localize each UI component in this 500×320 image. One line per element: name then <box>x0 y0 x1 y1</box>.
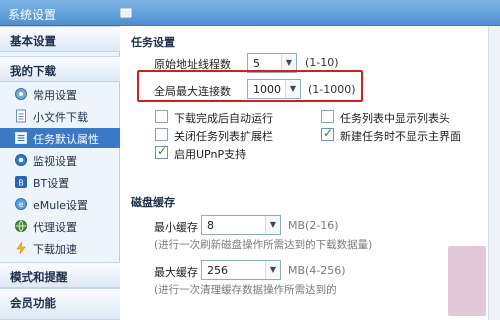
list-icon <box>15 132 27 144</box>
chevron-down-icon[interactable]: ▼ <box>265 216 280 234</box>
chevron-down-icon[interactable]: ▼ <box>285 80 300 98</box>
new-no-main-checkbox[interactable]: ✓ 新建任务时不显示主界面 <box>321 126 461 143</box>
checkbox-box[interactable]: ✓ <box>321 126 334 141</box>
checkbox-box[interactable] <box>321 110 334 123</box>
title-bar: 系统设置 <box>0 0 500 26</box>
show-header-checkbox[interactable]: 任务列表中显示列表头 <box>321 110 450 125</box>
checkbox-box[interactable] <box>155 110 168 123</box>
sidebar-item-common[interactable]: 常用设置 <box>0 84 120 104</box>
svg-text:e: e <box>19 200 24 209</box>
window-icon <box>120 8 132 18</box>
sidebar-item-label: BT设置 <box>33 177 70 190</box>
auto-run-label: 下载完成后自动运行 <box>174 112 273 125</box>
check-icon: ✓ <box>323 126 334 140</box>
max-connections-value: 1000 <box>253 83 281 96</box>
monitor-icon <box>15 154 27 166</box>
settings-panel: 任务设置 原始地址线程数 5 ▼ (1-10) 全局最大连接数 1000 ▼ (… <box>121 26 500 320</box>
proxy-icon <box>15 220 27 232</box>
show-header-label: 任务列表中显示列表头 <box>340 112 450 125</box>
max-connections-range: (1-1000) <box>308 83 356 96</box>
sidebar-item-label: 下载加速 <box>33 243 77 256</box>
task-settings-title: 任务设置 <box>131 36 175 49</box>
sidebar-section-basic[interactable]: 基本设置 <box>0 26 120 52</box>
upnp-checkbox[interactable]: ✓ 启用UPnP支持 <box>155 144 247 161</box>
scrollbar[interactable] <box>488 26 500 320</box>
close-expand-label: 关闭任务列表扩展栏 <box>174 130 273 143</box>
auto-run-checkbox[interactable]: 下载完成后自动运行 <box>155 110 273 125</box>
min-cache-note: (进行一次刷新磁盘操作所需达到的下载数据量) <box>154 239 373 251</box>
check-icon: ✓ <box>157 144 168 158</box>
window-title: 系统设置 <box>8 8 57 22</box>
checkbox-box[interactable]: ✓ <box>155 144 168 159</box>
emule-icon: e <box>15 198 27 210</box>
upnp-label: 启用UPnP支持 <box>174 148 247 161</box>
min-cache-select[interactable]: 8 ▼ <box>201 215 281 235</box>
checkbox-box[interactable] <box>155 128 168 141</box>
max-connections-label: 全局最大连接数 <box>154 85 231 98</box>
svg-text:B: B <box>18 179 24 188</box>
disk-cache-title: 磁盘缓存 <box>131 196 175 209</box>
sidebar-item-proxy[interactable]: 代理设置 <box>0 216 120 236</box>
gear-icon <box>15 88 27 100</box>
file-icon <box>16 109 26 123</box>
sidebar-item-monitor[interactable]: 监视设置 <box>0 150 120 170</box>
sidebar-section-mode[interactable]: 模式和提醒 <box>0 262 120 288</box>
bt-icon: B <box>15 176 27 188</box>
min-cache-value: 8 <box>207 219 214 232</box>
lightning-icon <box>16 241 26 255</box>
sidebar-item-label: 常用设置 <box>33 89 77 102</box>
close-expand-checkbox[interactable]: 关闭任务列表扩展栏 <box>155 128 273 143</box>
max-cache-unit: MB(4-256) <box>288 264 346 277</box>
sidebar-item-acceleration[interactable]: 下载加速 <box>0 238 120 258</box>
max-connections-select[interactable]: 1000 ▼ <box>247 79 301 99</box>
watermark <box>448 246 486 316</box>
sidebar-item-task-defaults[interactable]: 任务默认属性 <box>0 128 120 148</box>
threads-range: (1-10) <box>305 56 339 69</box>
min-cache-unit: MB(2-16) <box>288 219 339 232</box>
max-cache-value: 256 <box>207 264 228 277</box>
sidebar-item-bt[interactable]: B BT设置 <box>0 172 120 192</box>
threads-value: 5 <box>253 57 260 70</box>
sidebar-item-emule[interactable]: e eMule设置 <box>0 194 120 214</box>
sidebar: 基本设置 我的下载 常用设置 小文件下载 任务默认属性 监视设置 B BT设置 … <box>0 26 120 320</box>
sidebar-item-label: eMule设置 <box>33 199 89 212</box>
sidebar-item-label: 代理设置 <box>33 221 77 234</box>
sidebar-item-label: 小文件下载 <box>33 111 88 124</box>
new-no-main-label: 新建任务时不显示主界面 <box>340 130 461 143</box>
chevron-down-icon[interactable]: ▼ <box>265 261 280 279</box>
sidebar-item-label: 任务默认属性 <box>33 133 99 146</box>
sidebar-section-vip[interactable]: 会员功能 <box>0 288 120 320</box>
max-cache-select[interactable]: 256 ▼ <box>201 260 281 280</box>
max-cache-label: 最大缓存 <box>154 266 198 279</box>
sidebar-item-small-file[interactable]: 小文件下载 <box>0 106 120 126</box>
sidebar-item-label: 监视设置 <box>33 155 77 168</box>
min-cache-label: 最小缓存 <box>154 221 198 234</box>
max-cache-note: (进行一次清理缓存数据操作所需达到的 <box>154 284 337 296</box>
sidebar-section-downloads[interactable]: 我的下载 <box>0 56 120 82</box>
